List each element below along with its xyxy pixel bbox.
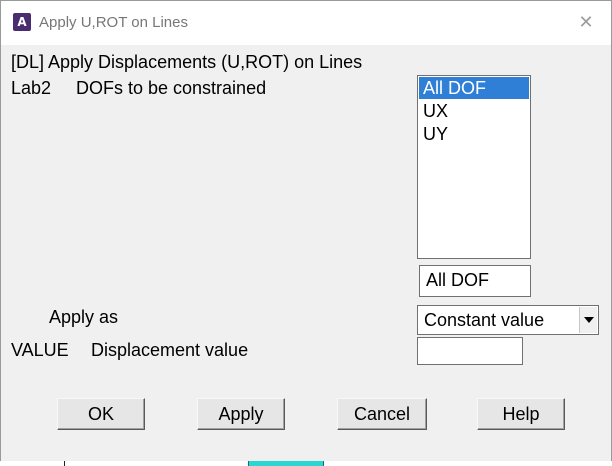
dof-selection-field[interactable]: All DOF — [419, 265, 531, 297]
list-item-all-dof[interactable]: All DOF — [419, 77, 529, 99]
cancel-button[interactable]: Cancel — [337, 398, 427, 430]
apply-button[interactable]: Apply — [197, 398, 285, 430]
lab2-label: DOFs to be constrained — [76, 78, 267, 98]
app-icon: A — [13, 13, 31, 31]
command-label: [DL] Apply Displacements (U,ROT) on Line… — [11, 52, 363, 72]
title-bar[interactable]: A Apply U,ROT on Lines ✕ — [1, 1, 611, 45]
background-axis-line — [64, 461, 65, 466]
displacement-value-input[interactable] — [417, 337, 523, 365]
apply-as-dropdown[interactable]: Constant value — [417, 305, 599, 335]
apply-as-selected-value: Constant value — [424, 310, 545, 330]
apply-as-label: Apply as — [49, 307, 119, 327]
lab2-code: Lab2 — [11, 78, 52, 98]
close-icon[interactable]: ✕ — [571, 10, 601, 36]
chevron-down-icon[interactable] — [579, 307, 597, 333]
value-label: Displacement value — [91, 340, 249, 360]
help-button[interactable]: Help — [477, 398, 565, 430]
dof-listbox[interactable]: All DOF UX UY — [417, 75, 531, 259]
ok-button[interactable]: OK — [57, 398, 145, 430]
background-model-shape — [248, 461, 324, 466]
list-item-ux[interactable]: UX — [419, 100, 529, 122]
list-item-uy[interactable]: UY — [419, 123, 529, 145]
value-code: VALUE — [11, 340, 69, 360]
window-title: Apply U,ROT on Lines — [39, 14, 188, 31]
apply-u-rot-dialog: A Apply U,ROT on Lines ✕ [DL] Apply Disp… — [0, 0, 612, 462]
